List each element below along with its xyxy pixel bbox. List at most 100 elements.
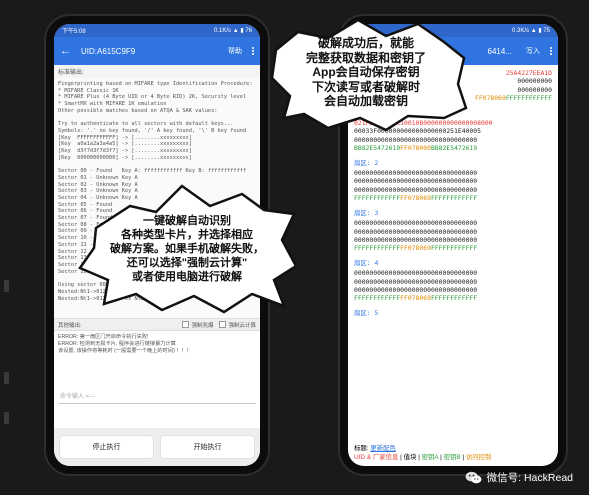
- error-line: ERROR: 第一扇区门开启命令执行失败!: [58, 334, 149, 340]
- callout-line: 完整获取数据和密钥了: [305, 50, 426, 65]
- callout-line: 破解成功后，就能: [317, 36, 414, 50]
- key-b-value: FFFFFFFFFFFF: [430, 294, 478, 303]
- callout-line: 破解方案。如果手机破解失败，: [110, 243, 264, 255]
- callout-mid-text: 一键破解自动识别 各种类型卡片，并选择相应 破解方案。如果手机破解失败， 还可以选择"…: [82, 214, 292, 284]
- hex-line: FFFFFFFFFFFFFF078069FFFFFFFFFFFF: [354, 194, 552, 202]
- hex-value: 000000000: [517, 77, 552, 86]
- log-line: Symbols: '.' no key found, '/' A key fou…: [58, 127, 247, 134]
- block-data: 00000000000000000000000000000000: [354, 227, 478, 236]
- access-bits: FF078069: [475, 94, 506, 103]
- log-line: Other possible matches based on ATQA & S…: [58, 107, 218, 114]
- block-data: 00000000000000000000000000000000: [354, 269, 478, 278]
- key-a-value: BB82E5472619: [354, 144, 401, 153]
- key-b-value: FFFFFFFFFFFF: [430, 244, 478, 253]
- access-bits: FF078069: [400, 244, 431, 253]
- battery-level: 75: [543, 28, 550, 34]
- block-data: 00000000000000000000000000000000: [354, 185, 478, 194]
- key-b-value: FFFFFFFFFFFF: [430, 194, 478, 203]
- force-crack-checkbox[interactable]: 强制兆爆: [182, 321, 213, 329]
- stop-button[interactable]: 停止执行: [60, 436, 153, 458]
- overflow-menu-icon[interactable]: [550, 46, 552, 56]
- left-edge-mark: [4, 412, 9, 424]
- callout-line: 或者使用电脑进行破解: [132, 271, 242, 283]
- left-edge-mark: [4, 372, 9, 384]
- legend-key-b: 密钥B: [443, 454, 461, 461]
- log-line: [Key a0a1a2a3a4a5] -> [........xxxxxxxxx…: [58, 141, 192, 148]
- sector-label: 扇区: 5: [354, 308, 379, 317]
- block-data: 00000000000000000000000000000000: [354, 219, 478, 228]
- log-line: [Key FFFFFFFFFFFF] -> [........xxxxxxxxx…: [58, 134, 192, 141]
- legend-value-block: 值块: [403, 454, 417, 461]
- log-line: * MIFARE Classic 1K: [58, 87, 119, 94]
- key-a-value: FFFFFFFFFFFF: [354, 294, 401, 303]
- sector-label: 扇区: 2: [354, 158, 379, 167]
- hex-value: FFFFFFFFFFFF: [505, 94, 552, 103]
- block-data: 00000000000000000000000000000000: [354, 135, 478, 144]
- error-log: ERROR: 第一扇区门开启命令执行失败! ERROR: 检测到无损卡片, 程序会…: [54, 331, 260, 385]
- app-bar: ← UID:A615C9F9 帮助: [54, 37, 260, 65]
- hex-line: FFFFFFFFFFFFFF078069FFFFFFFFFFFF: [354, 244, 552, 252]
- block-data: 00000000000000000000000000000000: [354, 177, 478, 186]
- error-line: ERROR: 检测到无损卡片, 程序会进行链接暴力计算: [58, 341, 176, 347]
- error-line: 该设置, 该操作将等耗时 (一般需要一个晚上的时间) ！！！: [58, 348, 192, 354]
- block-data: 00000000000000000000000000000000: [354, 285, 478, 294]
- legend-access: 访问控制: [465, 454, 492, 461]
- hex-line: FFFFFFFFFFFFFF078069FFFFFFFFFFFF: [354, 294, 552, 302]
- write-button[interactable]: 写入: [526, 46, 540, 56]
- hex-line: 00000000000000000000000000000000: [354, 269, 552, 277]
- command-input[interactable]: 命令输入 <---: [58, 385, 256, 404]
- change-colors-link[interactable]: 更新配色: [370, 445, 396, 452]
- callout-top-text: 破解成功后，就能 完整获取数据和密钥了 App会自动保存密钥 下次读写或者破解时 会自动…: [268, 36, 464, 109]
- card-uid-title: UID:A615C9F9: [81, 46, 136, 56]
- hex-line: 00000000000000000000000000000000: [354, 169, 552, 177]
- hex-line: 00000000000000000000000000000000: [354, 136, 552, 144]
- hex-line: 00000000000000000000000000000000: [354, 228, 552, 236]
- block-data: 00000000000000000000000000000000: [354, 277, 478, 286]
- hex-value: 000000000: [517, 85, 552, 94]
- sector-label: 扇区: 3: [354, 208, 379, 217]
- left-edge-mark: [4, 280, 9, 292]
- log-line: Fingerprinting based on MIFARE type Iden…: [58, 81, 253, 87]
- color-legend: 标题: 更新配色 UID & 厂家信息 | 值块 | 密钥A | 密钥B | 访…: [354, 445, 492, 461]
- log-line: * SmartMX with MIFARE 1K emulation: [58, 101, 167, 108]
- key-a-value: FFFFFFFFFFFF: [354, 194, 401, 203]
- hex-line: 00000000000000000000000000000000: [354, 236, 552, 244]
- block-data: 00000000000000000000000000000000: [354, 235, 478, 244]
- force-cloud-checkbox[interactable]: 强制云计算: [219, 321, 256, 329]
- network-speed: 0.1K/s: [214, 28, 232, 34]
- help-button[interactable]: 帮助: [228, 46, 242, 56]
- log-line: [Key 000000000000] -> [........xxxxxxxxx…: [58, 154, 192, 161]
- other-output-header: 其他输出: 强制兆爆 强制云计算: [54, 318, 260, 331]
- overflow-menu-icon[interactable]: [252, 46, 254, 56]
- key-b-value: BB82E5472619: [430, 144, 478, 153]
- legend-uid: UID & 厂家信息: [354, 454, 399, 461]
- start-button[interactable]: 开始执行: [161, 436, 254, 458]
- log-line: [Key d3f7d3f7d3f7] -> [........xxxxxxxxx…: [58, 148, 192, 155]
- hex-line: 00000000000000000000000000000000: [354, 286, 552, 294]
- callout-line: App会自动保存密钥: [312, 65, 420, 80]
- std-out-label: 标准输出:: [54, 65, 260, 78]
- status-time: 下午5:08: [62, 29, 86, 35]
- hex-line: 00000000000000000000000000000000: [354, 219, 552, 227]
- hex-line: 00000000000000000000000000000000: [354, 177, 552, 185]
- hex-line: 00000000000000000000000000000000: [354, 186, 552, 194]
- callout-line: 会自动加载密钥: [323, 94, 408, 109]
- callout-bubble-mid: 一键破解自动识别 各种类型卡片，并选择相应 破解方案。如果手机破解失败， 还可以选择"…: [76, 176, 298, 314]
- callout-line: 一键破解自动识别: [143, 215, 231, 227]
- callout-line: 下次读写或者破解时: [311, 79, 420, 94]
- other-output-label: 其他输出:: [58, 322, 82, 329]
- network-speed: 0.3K/s: [512, 28, 530, 34]
- callout-bubble-top: 破解成功后，就能 完整获取数据和密钥了 App会自动保存密钥 下次读写或者破解时 会自动…: [268, 18, 468, 134]
- hex-value: 25A4227EEA1D: [505, 69, 552, 77]
- log-line: Try to authenticate to all sectors with …: [58, 121, 234, 128]
- access-bits: FF078000: [400, 144, 431, 153]
- action-buttons: 停止执行 开始执行: [54, 428, 260, 466]
- key-a-value: FFFFFFFFFFFF: [354, 244, 401, 253]
- watermark-text: 微信号: HackRead: [486, 472, 573, 484]
- back-arrow-icon[interactable]: ←: [60, 45, 71, 57]
- battery-level: 76: [245, 28, 252, 34]
- hex-line: BB82E5472619FF078000BB82E5472619: [354, 144, 552, 152]
- legend-key-a: 密钥A: [421, 454, 439, 461]
